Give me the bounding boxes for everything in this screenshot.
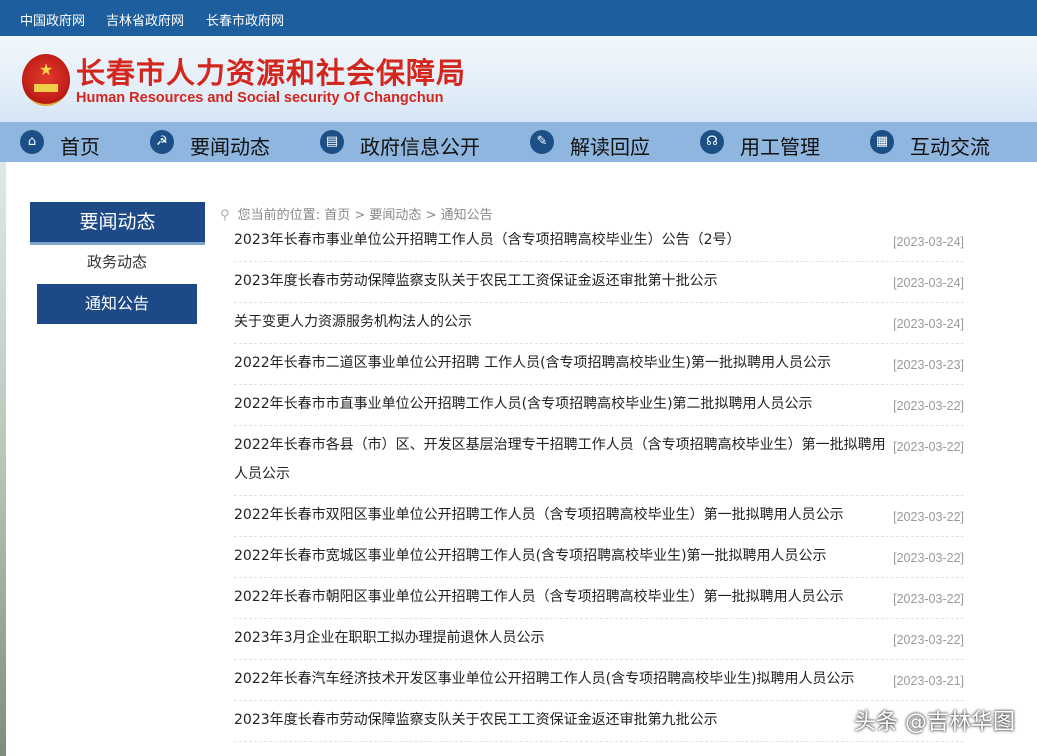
- site-subtitle: Human Resources and Social security Of C…: [76, 90, 444, 106]
- list-item[interactable]: 关于变更人力资源服务机构法人的公示 [2023-03-24]: [234, 303, 964, 344]
- article-title[interactable]: 2023年度长春市劳动保障监察支队关于农民工工资保证金返还审批第九批公示: [234, 701, 884, 741]
- link-gov-china[interactable]: 中国政府网: [20, 10, 85, 29]
- sidebar-item-notices[interactable]: 通知公告: [37, 284, 197, 324]
- article-date: [2023-03-22]: [893, 633, 964, 647]
- article-date: [2023-03-24]: [893, 276, 964, 290]
- article-date: [2023-03-23]: [893, 358, 964, 372]
- sidebar-item-gov-news[interactable]: 政务动态: [37, 251, 197, 272]
- article-date: [2023-03-22]: [893, 510, 964, 524]
- link-gov-changchun[interactable]: 长春市政府网: [206, 10, 284, 29]
- document-icon: ▤: [320, 130, 344, 154]
- site-title: 长春市人力资源和社会保障局: [76, 56, 467, 90]
- article-title[interactable]: 2023年3月企业在职职工拟办理提前退休人员公示: [234, 619, 884, 659]
- site-header: ★ 长春市人力资源和社会保障局 Human Resources and Soci…: [0, 36, 1037, 122]
- list-item[interactable]: 2022年长春市二道区事业单位公开招聘 工作人员(含专项招聘高校毕业生)第一批拟…: [234, 344, 964, 385]
- list-item[interactable]: 2022年长春市宽城区事业单位公开招聘工作人员(含专项招聘高校毕业生)第一批拟聘…: [234, 537, 964, 578]
- list-item[interactable]: 2023年3月企业在职职工拟办理提前退休人员公示 [2023-03-22]: [234, 619, 964, 660]
- interpret-icon: ✎: [530, 130, 554, 154]
- article-title[interactable]: 2022年长春市二道区事业单位公开招聘 工作人员(含专项招聘高校毕业生)第一批拟…: [234, 344, 884, 384]
- article-date: [2023-03-24]: [893, 317, 964, 331]
- building-icon: ▦: [870, 130, 894, 154]
- headset-icon: ☊: [700, 130, 724, 154]
- article-title[interactable]: 2022年长春市双阳区事业单位公开招聘工作人员（含专项招聘高校毕业生）第一批拟聘…: [234, 496, 884, 536]
- nav-label: 政府信息公开: [360, 135, 480, 159]
- list-item[interactable]: 2023年度长春市劳动保障监察支队关于农民工工资保证金返还审批第十批公示 [202…: [234, 262, 964, 303]
- location-pin-icon: ⚲: [220, 208, 230, 223]
- sidebar-heading: 要闻动态: [30, 202, 205, 245]
- article-title[interactable]: 2022年长春市各县（市）区、开发区基层治理专干招聘工作人员（含专项招聘高校毕业…: [234, 426, 889, 495]
- list-item[interactable]: 2022年长春汽车经济技术开发区事业单位公开招聘工作人员(含专项招聘高校毕业生)…: [234, 660, 964, 701]
- list-item[interactable]: 2022年长春市双阳区事业单位公开招聘工作人员（含专项招聘高校毕业生）第一批拟聘…: [234, 496, 964, 537]
- article-date: [2023-03-22]: [893, 440, 964, 454]
- nav-label: 首页: [60, 135, 100, 159]
- article-date: [2023-03-22]: [893, 551, 964, 565]
- nav-label: 解读回应: [570, 135, 650, 159]
- home-icon: ⌂: [20, 130, 44, 154]
- article-date: [2023-03-21]: [893, 674, 964, 688]
- link-gov-jilin[interactable]: 吉林省政府网: [106, 10, 184, 29]
- article-title[interactable]: 2022年长春市朝阳区事业单位公开招聘工作人员（含专项招聘高校毕业生）第一批拟聘…: [234, 578, 884, 618]
- article-title[interactable]: 2022年长春市市直事业单位公开招聘工作人员(含专项招聘高校毕业生)第二批拟聘用…: [234, 385, 884, 425]
- watermark-text: 头条 @吉林华图: [854, 710, 1015, 735]
- main-nav: ⌂ 首页 ☭ 要闻动态 ▤ 政府信息公开 ✎ 解读回应 ☊ 用工管理 ▦ 互动交…: [0, 122, 1037, 162]
- list-item[interactable]: 2022年长春市朝阳区事业单位公开招聘工作人员（含专项招聘高校毕业生）第一批拟聘…: [234, 578, 964, 619]
- nav-label: 用工管理: [740, 135, 820, 159]
- nav-label: 要闻动态: [190, 135, 270, 159]
- top-link-bar: 中国政府网 吉林省政府网 长春市政府网: [0, 0, 1037, 36]
- article-title[interactable]: 2022年长春市宽城区事业单位公开招聘工作人员(含专项招聘高校毕业生)第一批拟聘…: [234, 537, 884, 577]
- nav-label: 互动交流: [910, 135, 990, 159]
- article-date: [2023-03-24]: [893, 235, 964, 249]
- list-item[interactable]: 2023年长春市事业单位公开招聘工作人员（含专项招聘高校毕业生）公告（2号） [2…: [234, 221, 964, 262]
- article-date: [2023-03-22]: [893, 592, 964, 606]
- list-item[interactable]: 2022年长春市各县（市）区、开发区基层治理专干招聘工作人员（含专项招聘高校毕业…: [234, 426, 964, 496]
- list-item[interactable]: 2022年长春市市直事业单位公开招聘工作人员(含专项招聘高校毕业生)第二批拟聘用…: [234, 385, 964, 426]
- national-emblem-icon: ★: [22, 54, 70, 106]
- article-title[interactable]: 2023年度长春市劳动保障监察支队关于农民工工资保证金返还审批第十批公示: [234, 262, 884, 302]
- news-icon: ☭: [150, 130, 174, 154]
- background-strip: [0, 162, 6, 756]
- article-date: [2023-03-22]: [893, 399, 964, 413]
- article-title[interactable]: 2022年长春汽车经济技术开发区事业单位公开招聘工作人员(含专项招聘高校毕业生)…: [234, 660, 884, 700]
- article-title[interactable]: 2023年长春市事业单位公开招聘工作人员（含专项招聘高校毕业生）公告（2号）: [234, 221, 884, 261]
- article-list: 2023年长春市事业单位公开招聘工作人员（含专项招聘高校毕业生）公告（2号） [2…: [234, 221, 964, 742]
- article-title[interactable]: 关于变更人力资源服务机构法人的公示: [234, 303, 884, 343]
